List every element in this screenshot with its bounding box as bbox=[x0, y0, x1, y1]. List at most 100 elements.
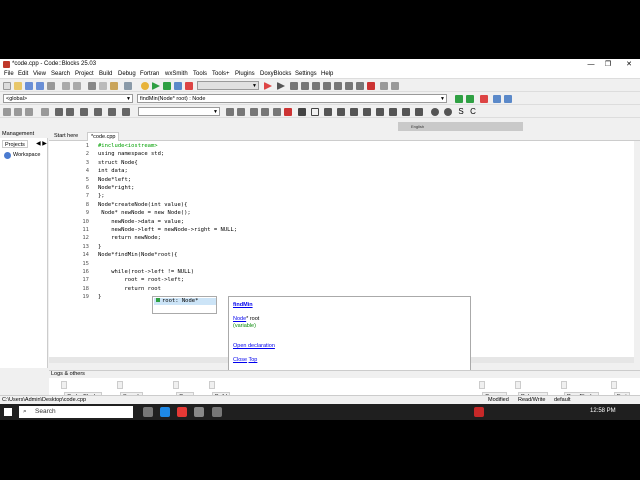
table-icon[interactable] bbox=[363, 108, 371, 116]
next-bookmark-icon[interactable] bbox=[504, 95, 512, 103]
paste-icon[interactable] bbox=[110, 82, 118, 90]
record-macro-icon[interactable] bbox=[55, 108, 63, 116]
save-all-icon[interactable] bbox=[36, 82, 44, 90]
tab-debugger[interactable]: Debugger bbox=[515, 381, 549, 400]
step-into-icon[interactable] bbox=[312, 82, 320, 90]
new-file-icon[interactable] bbox=[3, 82, 11, 90]
autocomplete-list[interactable]: root: Node* bbox=[152, 296, 217, 314]
rectangle-shape-icon[interactable] bbox=[311, 108, 319, 116]
build-gear-icon[interactable] bbox=[141, 82, 149, 90]
menu-debug[interactable]: Debug bbox=[118, 71, 136, 77]
play-macro-icon[interactable] bbox=[80, 108, 88, 116]
jump-back-icon[interactable] bbox=[455, 95, 463, 103]
rebuild-icon[interactable] bbox=[174, 82, 182, 90]
stop-debugger-icon[interactable] bbox=[367, 82, 375, 90]
menu-project[interactable]: Project bbox=[75, 71, 94, 77]
debug-run-icon[interactable] bbox=[277, 82, 285, 90]
prev-bookmark-icon[interactable] bbox=[493, 95, 501, 103]
debug-windows-icon[interactable] bbox=[380, 82, 388, 90]
layout-icon[interactable] bbox=[389, 108, 397, 116]
menu-tools[interactable]: Tools bbox=[193, 71, 207, 77]
run-icon[interactable] bbox=[152, 82, 160, 90]
tab-cccc[interactable]: Cccc bbox=[173, 381, 195, 400]
code-line[interactable]: Node*createNode(int value){ bbox=[98, 202, 187, 208]
menu-edit[interactable]: Edit bbox=[18, 71, 28, 77]
store-icon[interactable] bbox=[194, 407, 204, 417]
build-run-icon[interactable] bbox=[163, 82, 171, 90]
code-line[interactable]: struct Node{ bbox=[98, 160, 138, 166]
jump-forward-icon[interactable] bbox=[466, 95, 474, 103]
function-combo[interactable]: findMin(Node* root) : Node ▼ bbox=[137, 94, 447, 103]
edge-browser-icon[interactable] bbox=[160, 407, 170, 417]
oval-icon[interactable] bbox=[350, 108, 358, 116]
menu-doxyblocks[interactable]: DoxyBlocks bbox=[260, 71, 291, 77]
code-line[interactable]: return root bbox=[98, 286, 160, 292]
search-combo[interactable]: ▼ bbox=[138, 107, 220, 116]
undo-icon[interactable] bbox=[62, 82, 70, 90]
zoom-in-icon[interactable] bbox=[431, 108, 439, 116]
comment-icon[interactable] bbox=[3, 108, 11, 116]
toggle-comment-icon[interactable] bbox=[25, 108, 33, 116]
menu-search[interactable]: Search bbox=[51, 71, 70, 77]
tab-projects[interactable]: Projects bbox=[2, 140, 28, 148]
code-line[interactable]: using namespace std; bbox=[98, 151, 164, 157]
doc-top-link[interactable]: Top bbox=[249, 357, 258, 363]
menu-plugins[interactable]: Plugins bbox=[235, 71, 255, 77]
fold-margin[interactable] bbox=[90, 141, 96, 357]
build-target-combo[interactable]: ▼ bbox=[197, 81, 259, 90]
align-icon[interactable] bbox=[402, 108, 410, 116]
step-instruction-icon[interactable] bbox=[345, 82, 353, 90]
menu-tools-plus[interactable]: Tools+ bbox=[212, 71, 230, 77]
doc-title-link[interactable]: findMin bbox=[233, 302, 253, 308]
code-line[interactable]: }; bbox=[98, 193, 105, 199]
prev-error-icon[interactable] bbox=[94, 108, 102, 116]
tab-cscope[interactable]: Cscope bbox=[479, 381, 507, 400]
break-debugger-icon[interactable] bbox=[356, 82, 364, 90]
chrome-icon[interactable] bbox=[177, 407, 187, 417]
windows-start-icon[interactable] bbox=[4, 408, 12, 416]
menu-view[interactable]: View bbox=[33, 71, 46, 77]
uncomment-icon[interactable] bbox=[14, 108, 22, 116]
next-instruction-icon[interactable] bbox=[334, 82, 342, 90]
tab-fortran[interactable]: Fort bbox=[611, 381, 630, 400]
select-cursor-icon[interactable] bbox=[298, 108, 306, 116]
tab-search-results[interactable]: Search results bbox=[117, 381, 144, 408]
code-line[interactable]: Node*findMin(Node*root){ bbox=[98, 252, 177, 258]
debug-info-icon[interactable] bbox=[391, 82, 399, 90]
prev-icon[interactable] bbox=[226, 108, 234, 116]
codeblocks-taskbar-icon[interactable] bbox=[474, 407, 484, 417]
menu-wxsmith[interactable]: wxSmith bbox=[165, 71, 188, 77]
find-icon[interactable] bbox=[124, 82, 132, 90]
tab-code-cpp[interactable]: *code.cpp bbox=[87, 132, 120, 141]
box-comment-icon[interactable] bbox=[41, 108, 49, 116]
tab-start-here[interactable]: Start here bbox=[51, 132, 81, 141]
next-icon[interactable] bbox=[237, 108, 245, 116]
bookmark-toggle-icon[interactable] bbox=[480, 95, 488, 103]
regex-icon[interactable] bbox=[284, 108, 292, 116]
doc-close-link[interactable]: Close bbox=[233, 357, 247, 363]
task-view-icon[interactable] bbox=[143, 407, 153, 417]
tab-doxyblocks[interactable]: DoxyBlocks bbox=[561, 381, 599, 400]
close-button[interactable]: ✕ bbox=[622, 60, 636, 69]
cut-icon[interactable] bbox=[88, 82, 96, 90]
code-line[interactable]: return newNode; bbox=[98, 235, 161, 241]
step-out-icon[interactable] bbox=[323, 82, 331, 90]
code-line[interactable]: newNode->data = value; bbox=[98, 219, 184, 225]
next-line-icon[interactable] bbox=[301, 82, 309, 90]
copy-icon[interactable] bbox=[99, 82, 107, 90]
tree-item-workspace[interactable]: Workspace bbox=[13, 152, 40, 158]
first-icon[interactable] bbox=[250, 108, 258, 116]
code-line[interactable]: Node*right; bbox=[98, 185, 134, 191]
menu-build[interactable]: Build bbox=[99, 71, 112, 77]
last-icon[interactable] bbox=[261, 108, 269, 116]
grid-icon[interactable] bbox=[376, 108, 384, 116]
s-format-icon[interactable]: S bbox=[457, 108, 465, 116]
save-icon[interactable] bbox=[25, 82, 33, 90]
minimize-button[interactable]: — bbox=[584, 60, 598, 69]
menu-help[interactable]: Help bbox=[321, 71, 333, 77]
abort-icon[interactable] bbox=[185, 82, 193, 90]
menu-settings[interactable]: Settings bbox=[295, 71, 317, 77]
doc-type-link[interactable]: Node bbox=[233, 316, 246, 322]
open-declaration-link[interactable]: Open declaration bbox=[233, 343, 275, 349]
run-to-cursor-icon[interactable] bbox=[290, 82, 298, 90]
